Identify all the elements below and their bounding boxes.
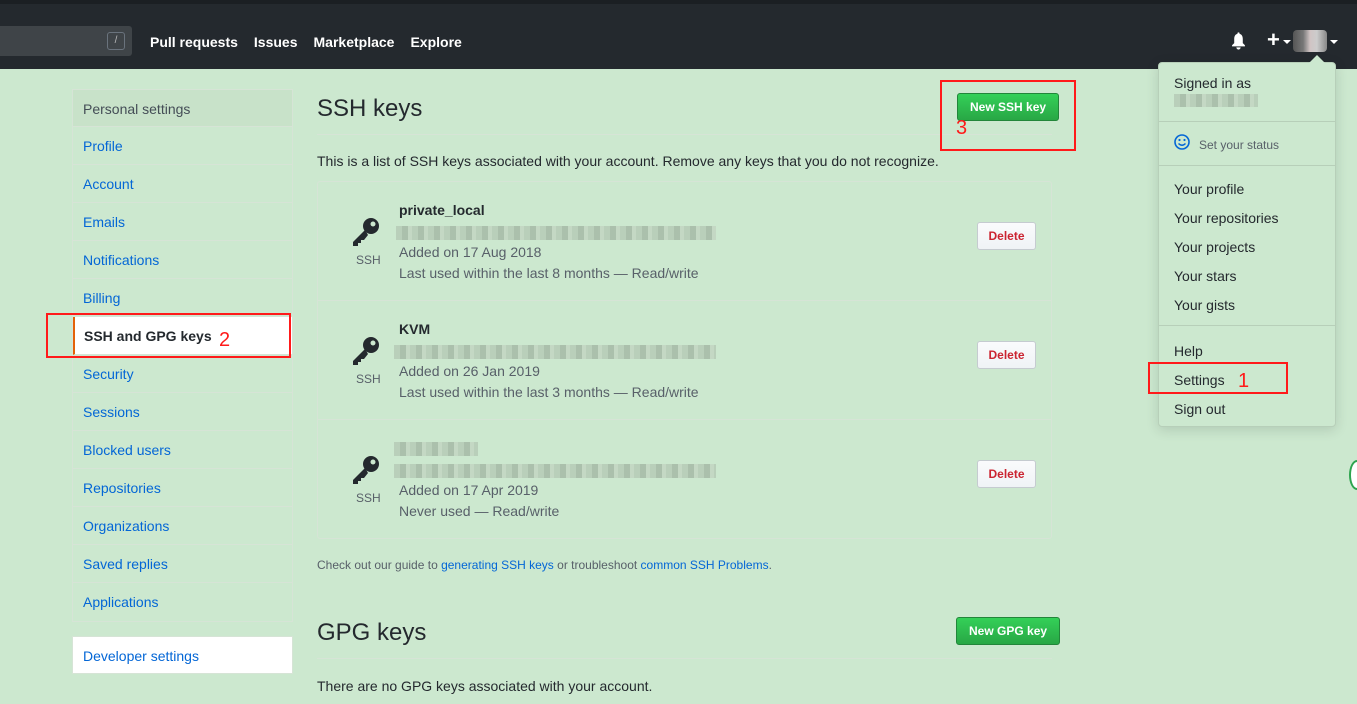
nav-explore[interactable]: Explore [410, 34, 461, 50]
delete-key-button[interactable]: Delete [977, 222, 1036, 250]
gpg-keys-title: GPG keys [317, 619, 427, 646]
delete-key-button[interactable]: Delete [977, 460, 1036, 488]
key-type-label: SSH [356, 253, 381, 267]
redacted-key-title [394, 442, 478, 456]
key-icon [353, 218, 379, 246]
sidebar-item-sessions[interactable]: Sessions [73, 393, 292, 431]
list-item: SSH Added on 17 Apr 2019 Never used — Re… [318, 420, 1051, 539]
smiley-icon [1174, 134, 1190, 150]
annotation-step-2: 2 [219, 329, 231, 351]
gpg-divider [317, 658, 1052, 659]
dropdown-divider [1159, 325, 1335, 326]
redacted-fingerprint [394, 345, 716, 359]
key-added-date: Added on 17 Apr 2019 [399, 482, 539, 498]
guide-prefix: Check out our guide to [317, 558, 442, 572]
key-type-label: SSH [356, 372, 381, 386]
top-header: / Pull requests Issues Marketplace Explo… [0, 0, 1357, 69]
dropdown-divider [1159, 121, 1335, 122]
set-status-button[interactable]: Set your status [1199, 138, 1279, 152]
ssh-keys-title: SSH keys [317, 95, 423, 122]
key-title: private_local [399, 202, 485, 218]
list-item: SSH private_local Added on 17 Aug 2018 L… [318, 182, 1051, 301]
avatar[interactable] [1293, 30, 1327, 52]
redacted-fingerprint [394, 464, 716, 478]
key-title: KVM [399, 321, 431, 337]
new-gpg-key-button[interactable]: New GPG key [956, 617, 1061, 645]
annotation-box-new-ssh-key [940, 80, 1076, 151]
guide-middle: or troubleshoot [553, 558, 641, 572]
sidebar-item-applications[interactable]: Applications [73, 583, 292, 621]
ssh-guide-text: Check out our guide to generating SSH ke… [317, 558, 772, 572]
key-last-used: Last used within the last 8 months — Rea… [399, 265, 699, 281]
signed-in-label: Signed in as [1174, 75, 1252, 91]
delete-key-button[interactable]: Delete [977, 341, 1036, 369]
sidebar-item-profile[interactable]: Profile [73, 127, 292, 165]
key-last-used: Last used within the last 3 months — Rea… [399, 384, 699, 400]
sidebar-item-blocked-users[interactable]: Blocked users [73, 431, 292, 469]
ssh-key-list: SSH private_local Added on 17 Aug 2018 L… [317, 181, 1052, 539]
search-shortcut-hint: / [107, 32, 125, 50]
sidebar-item-billing[interactable]: Billing [73, 279, 292, 317]
key-added-date: Added on 26 Jan 2019 [399, 363, 540, 379]
sign-out-button[interactable]: Sign out [1174, 401, 1225, 417]
redacted-fingerprint [396, 226, 716, 240]
dropdown-divider [1159, 165, 1335, 166]
generating-ssh-keys-link[interactable]: generating SSH keys [441, 558, 554, 572]
floating-widget[interactable] [1349, 460, 1357, 490]
create-new-icon[interactable]: + [1267, 28, 1280, 52]
your-stars-link[interactable]: Your stars [1174, 268, 1237, 284]
your-gists-link[interactable]: Your gists [1174, 297, 1235, 313]
nav-pull-requests[interactable]: Pull requests [150, 34, 238, 50]
annotation-box-settings [1148, 362, 1288, 394]
key-added-date: Added on 17 Aug 2018 [399, 244, 542, 260]
annotation-box-ssh-gpg [46, 313, 291, 358]
key-icon [353, 456, 379, 484]
annotation-step-1: 1 [1238, 370, 1250, 392]
your-projects-link[interactable]: Your projects [1174, 239, 1255, 255]
sidebar-item-saved-replies[interactable]: Saved replies [73, 545, 292, 583]
common-ssh-problems-link[interactable]: common SSH Problems [641, 558, 769, 572]
redacted-username [1174, 94, 1258, 107]
gpg-description: There are no GPG keys associated with yo… [317, 678, 653, 694]
ssh-description: This is a list of SSH keys associated wi… [317, 153, 939, 169]
key-type-label: SSH [356, 491, 381, 505]
annotation-step-3: 3 [956, 117, 968, 139]
sidebar-item-security[interactable]: Security [73, 355, 292, 393]
sidebar-item-emails[interactable]: Emails [73, 203, 292, 241]
bell-icon[interactable] [1231, 32, 1246, 50]
avatar-caret-icon [1330, 40, 1338, 44]
guide-suffix: . [768, 558, 772, 572]
nav-marketplace[interactable]: Marketplace [314, 34, 395, 50]
create-caret-icon [1283, 40, 1291, 44]
sidebar-item-account[interactable]: Account [73, 165, 292, 203]
sidebar-item-repositories[interactable]: Repositories [73, 469, 292, 507]
header-actions: + [1227, 28, 1357, 54]
nav-issues[interactable]: Issues [254, 34, 298, 50]
main-nav: Pull requests Issues Marketplace Explore [150, 34, 478, 50]
key-icon [353, 337, 379, 365]
list-item: SSH KVM Added on 26 Jan 2019 Last used w… [318, 301, 1051, 420]
help-link[interactable]: Help [1174, 343, 1203, 359]
dropdown-arrow [1309, 55, 1325, 63]
your-repositories-link[interactable]: Your repositories [1174, 210, 1279, 226]
sidebar-heading: Personal settings [73, 90, 292, 127]
search-input[interactable]: / [0, 26, 132, 56]
sidebar-item-developer-settings[interactable]: Developer settings [72, 636, 293, 674]
your-profile-link[interactable]: Your profile [1174, 181, 1244, 197]
key-last-used: Never used — Read/write [399, 503, 560, 519]
sidebar-item-organizations[interactable]: Organizations [73, 507, 292, 545]
sidebar-item-notifications[interactable]: Notifications [73, 241, 292, 279]
